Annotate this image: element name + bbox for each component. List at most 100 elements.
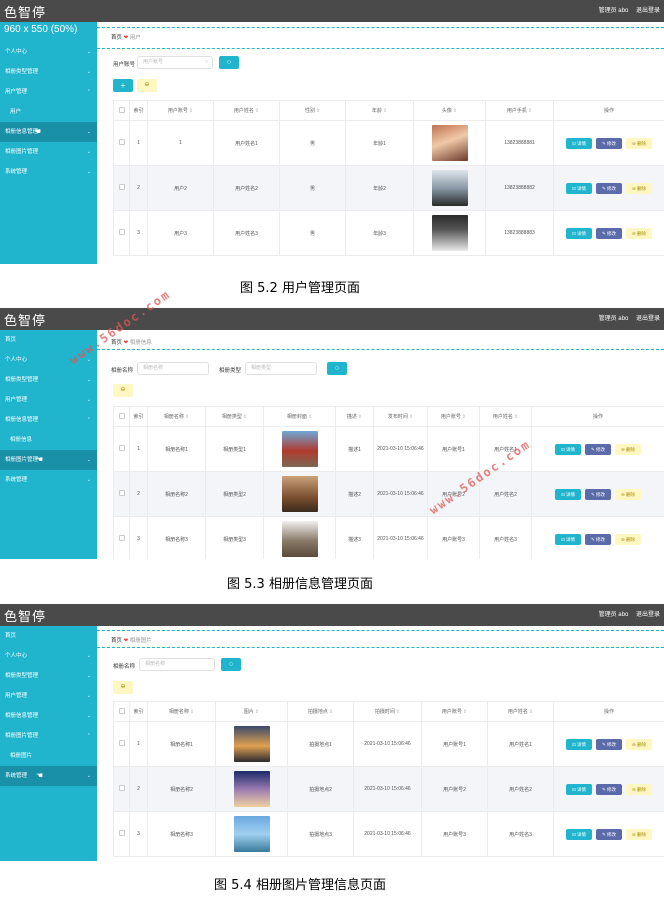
breadcrumb-home[interactable]: 首页 <box>111 340 122 346</box>
divider <box>97 630 664 631</box>
col-header[interactable]: 头像⇕ <box>413 100 486 121</box>
row-checkbox[interactable] <box>118 785 125 791</box>
col-header[interactable]: 拍摄地点⇕ <box>287 701 354 722</box>
logout-link[interactable]: 退出登录 <box>636 612 660 618</box>
sidebar-item-album-info[interactable]: 相册信息管理 ☚ ⌄ <box>0 122 97 142</box>
view-button[interactable]: ⊡ 详情 <box>566 227 592 239</box>
col-header[interactable]: 描述⇕ <box>335 406 374 427</box>
col-header[interactable]: 用户姓名⇕ <box>213 100 280 121</box>
edit-button[interactable]: ✎ 修改 <box>585 488 611 500</box>
view-button[interactable]: ⊡ 详情 <box>566 783 592 795</box>
sort-icon: ⇕ <box>328 709 334 715</box>
select-all-checkbox[interactable] <box>118 707 125 714</box>
sidebar-item-profile[interactable]: 个人中心 ⌄ <box>0 646 97 666</box>
view-button[interactable]: ⊡ 详情 <box>555 488 581 500</box>
sidebar-subitem-album-info[interactable]: 相册信息 <box>0 430 97 450</box>
delete-button[interactable]: ⊖ 删除 <box>626 227 652 239</box>
sidebar-subitem-user[interactable]: 用户 <box>0 102 97 122</box>
view-button[interactable]: ⊡ 详情 <box>555 443 581 455</box>
edit-button[interactable]: ✎ 修改 <box>585 533 611 545</box>
sidebar-item-album-type[interactable]: 相册类型管理 ⌄ <box>0 370 97 390</box>
row-checkbox[interactable] <box>118 139 125 145</box>
col-header[interactable]: 图片⇕ <box>215 701 288 722</box>
col-header[interactable]: 用户姓名⇕ <box>479 406 532 427</box>
edit-button[interactable]: ✎ 修改 <box>596 828 622 840</box>
delete-button[interactable]: ⊖ 删除 <box>626 783 652 795</box>
col-header[interactable]: 用户手机⇕ <box>485 100 554 121</box>
sidebar-item-system[interactable]: 系统管理 ⌄ <box>0 162 97 182</box>
select-all-checkbox[interactable] <box>118 412 125 419</box>
row-checkbox[interactable] <box>118 490 125 496</box>
search-button[interactable]: ○ <box>221 658 241 671</box>
delete-button[interactable]: ⊖ 删除 <box>615 443 641 455</box>
delete-button[interactable]: ⊖ 删除 <box>626 738 652 750</box>
col-header[interactable]: 用户账号⇕ <box>427 406 480 427</box>
delete-button[interactable]: ⊖ 删除 <box>615 533 641 545</box>
sidebar-item-album-images[interactable]: 相册图片管理 ☚ ⌄ <box>0 450 97 470</box>
sidebar-item-album-type[interactable]: 相册类型管理 ⌄ <box>0 62 97 82</box>
chevron-down-icon: ⌄ <box>86 377 91 383</box>
sidebar-item-profile[interactable]: 个人中心 ⌄ <box>0 42 97 62</box>
search-button[interactable]: ○ <box>219 56 239 69</box>
row-checkbox[interactable] <box>118 445 125 451</box>
edit-button[interactable]: ✎ 修改 <box>596 137 622 149</box>
view-button[interactable]: ⊡ 详情 <box>566 738 592 750</box>
edit-button[interactable]: ✎ 修改 <box>585 443 611 455</box>
batch-delete-button[interactable]: ⊖ <box>113 384 133 397</box>
search-input-album-name[interactable]: 相册名称 <box>139 658 215 671</box>
row-checkbox[interactable] <box>118 830 125 836</box>
delete-button[interactable]: ⊖ 删除 <box>626 828 652 840</box>
search-button[interactable]: ○ <box>327 362 347 375</box>
col-header[interactable]: 相册名称⇕ <box>147 406 206 427</box>
select-all-checkbox[interactable] <box>118 106 125 113</box>
sidebar-item-system[interactable]: 系统管理 ☚ ⌄ <box>0 766 97 786</box>
edit-button[interactable]: ✎ 修改 <box>596 227 622 239</box>
sidebar-item-album-info[interactable]: 相册信息管理 ⌄ <box>0 706 97 726</box>
view-button[interactable]: ⊡ 详情 <box>566 182 592 194</box>
row-checkbox[interactable] <box>118 740 125 746</box>
edit-button[interactable]: ✎ 修改 <box>596 783 622 795</box>
batch-delete-button[interactable]: ⊖ <box>137 79 157 92</box>
sidebar-item-album-info[interactable]: 相册信息管理 ⌃ <box>0 410 97 430</box>
sidebar-item-album-images[interactable]: 相册图片管理 ⌃ <box>0 726 97 746</box>
view-button[interactable]: ⊡ 详情 <box>555 533 581 545</box>
sidebar-item-users[interactable]: 用户管理 ⌄ <box>0 686 97 706</box>
search-input-album-type[interactable]: 相册类型 <box>245 362 317 375</box>
search-input-album-name[interactable]: 相册名称 <box>137 362 209 375</box>
col-header[interactable]: 用户姓名⇕ <box>487 701 554 722</box>
col-header[interactable]: 拍摄时间⇕ <box>353 701 422 722</box>
col-header[interactable]: 相册封面⇕ <box>263 406 336 427</box>
search-input-account[interactable]: 用户账号 ○ <box>137 56 213 69</box>
breadcrumb-home[interactable]: 首页 <box>111 638 122 644</box>
view-button[interactable]: ⊡ 详情 <box>566 828 592 840</box>
sidebar-item-users[interactable]: 用户管理 ⌄ <box>0 390 97 410</box>
sidebar-item-home[interactable]: 首页 <box>0 626 97 646</box>
col-header[interactable]: 性别⇕ <box>279 100 346 121</box>
sidebar-subitem-album-images[interactable]: 相册图片 <box>0 746 97 766</box>
row-checkbox[interactable] <box>118 184 125 190</box>
breadcrumb-home[interactable]: 首页 <box>111 35 122 41</box>
logout-link[interactable]: 退出登录 <box>636 8 660 14</box>
delete-button[interactable]: ⊖ 删除 <box>626 182 652 194</box>
add-button[interactable]: + <box>113 79 133 92</box>
sidebar-item-system[interactable]: 系统管理 ⌄ <box>0 470 97 490</box>
edit-button[interactable]: ✎ 修改 <box>596 738 622 750</box>
col-header[interactable]: 年龄⇕ <box>345 100 414 121</box>
col-header[interactable]: 相册类型⇕ <box>205 406 264 427</box>
sidebar-item-users[interactable]: 用户管理 ⌃ <box>0 82 97 102</box>
delete-button[interactable]: ⊖ 删除 <box>615 488 641 500</box>
sidebar-item-album-images[interactable]: 相册图片管理 ⌄ <box>0 142 97 162</box>
col-header[interactable]: 相册名称⇕ <box>147 701 216 722</box>
magnifier-icon: ○ <box>226 59 232 66</box>
row-checkbox[interactable] <box>118 229 125 235</box>
delete-button[interactable]: ⊖ 删除 <box>626 137 652 149</box>
view-button[interactable]: ⊡ 详情 <box>566 137 592 149</box>
col-header[interactable]: 用户账号⇕ <box>421 701 488 722</box>
sidebar-item-album-type[interactable]: 相册类型管理 ⌄ <box>0 666 97 686</box>
col-header[interactable]: 用户账号⇕ <box>147 100 214 121</box>
col-header[interactable]: 发布时间⇕ <box>373 406 428 427</box>
logout-link[interactable]: 退出登录 <box>636 316 660 322</box>
batch-delete-button[interactable]: ⊖ <box>113 681 133 694</box>
edit-button[interactable]: ✎ 修改 <box>596 182 622 194</box>
row-checkbox[interactable] <box>118 535 125 541</box>
